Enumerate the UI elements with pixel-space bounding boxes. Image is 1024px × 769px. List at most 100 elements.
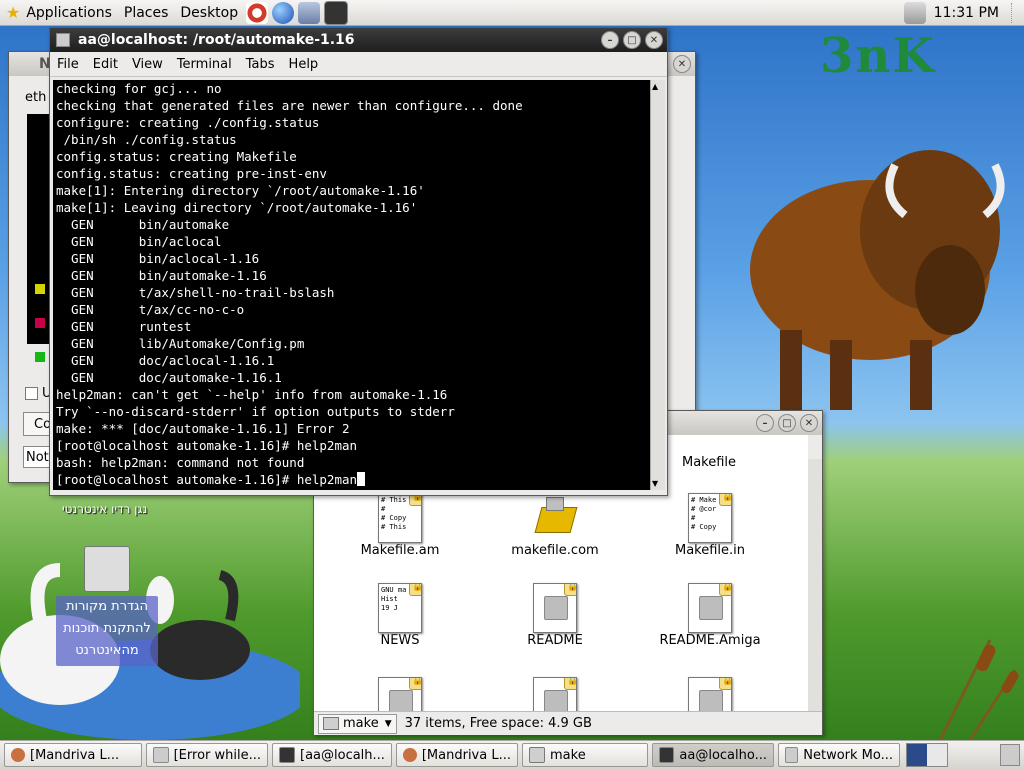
text-file-icon: # This## Copy# This 🔒	[378, 493, 422, 543]
file-item[interactable]: GNU ma Hist 19 J 🔒 NEWS	[330, 583, 470, 648]
terminal-line: GEN doc/automake-1.16.1	[56, 370, 282, 385]
scroll-down-icon[interactable]: ▼	[652, 479, 658, 488]
trash-icon[interactable]	[1000, 744, 1020, 766]
minimize-icon[interactable]: –	[601, 31, 619, 49]
text-file-icon: # Make# @cor## Copy 🔒	[688, 493, 732, 543]
terminal-icon	[56, 33, 70, 47]
scroll-up-icon[interactable]: ▲	[652, 82, 658, 91]
task-aa-localhost-1[interactable]: [aa@localh...	[272, 743, 392, 767]
menu-view[interactable]: View	[125, 57, 170, 72]
lock-icon: 🔒	[719, 584, 731, 596]
task-network-monitor[interactable]: Network Mo...	[778, 743, 900, 767]
location-label: make	[343, 716, 379, 731]
terminal-line: GEN bin/aclocal-1.16	[56, 251, 260, 266]
file-item[interactable]: # This## Copy# This 🔒 Makefile.am	[330, 493, 470, 558]
software-sources-icon[interactable]	[84, 546, 130, 592]
menu-applications[interactable]: Applications	[20, 5, 118, 21]
workspace-2[interactable]	[927, 744, 947, 766]
software-sources-launcher-label[interactable]: הגדרת מקורות להתקנת תוכנות מהאינטרנט	[56, 596, 158, 666]
task-label: [aa@localh...	[300, 747, 385, 763]
menu-places[interactable]: Places	[118, 5, 175, 21]
file-name: Makefile.in	[674, 543, 746, 558]
launcher-line-2: להתקנת תוכנות	[63, 621, 151, 636]
file-manager-scrollbar[interactable]	[808, 459, 822, 711]
maximize-icon[interactable]: □	[778, 414, 796, 432]
terminal-line: [root@localhost automake-1.16]# help2man	[56, 438, 358, 453]
terminal-titlebar[interactable]: aa@localhost: /root/automake-1.16 – □ ✕	[50, 28, 667, 52]
task-make[interactable]: make	[522, 743, 648, 767]
terminal-line: GEN bin/aclocal	[56, 234, 222, 249]
minimize-icon[interactable]: –	[756, 414, 774, 432]
task-label: [Error while...	[173, 747, 261, 763]
close-icon[interactable]: ✕	[645, 31, 663, 49]
menu-desktop[interactable]: Desktop	[174, 5, 244, 21]
web-browser-icon[interactable]	[272, 1, 295, 24]
network-status-icon[interactable]	[903, 1, 926, 24]
file-item[interactable]: 🔒	[640, 677, 780, 711]
terminal-window[interactable]: aa@localhost: /root/automake-1.16 – □ ✕ …	[49, 27, 668, 496]
file-name: Makefile.am	[360, 543, 440, 558]
file-item[interactable]: 🔒	[485, 677, 625, 711]
terminal-launcher-icon[interactable]	[324, 0, 349, 25]
generic-file-icon: 🔒	[688, 677, 732, 711]
lock-icon: 🔒	[719, 494, 731, 506]
task-mandriva-1[interactable]: [Mandriva L...	[4, 743, 142, 767]
top-panel: ★ Applications Places Desktop 11:31 PM	[0, 0, 1024, 26]
file-item[interactable]: makefile.com	[485, 493, 625, 558]
close-icon[interactable]: ✕	[673, 55, 691, 73]
terminal-line: config.status: creating pre-inst-env	[56, 166, 327, 181]
terminal-scrollbar[interactable]: ▲ ▼	[650, 80, 665, 490]
text-cursor	[357, 472, 366, 486]
task-label: [Mandriva L...	[30, 747, 120, 763]
workspace-1[interactable]	[907, 744, 927, 766]
launcher-line-1: הגדרת מקורות	[66, 599, 148, 614]
lock-icon: 🔒	[719, 678, 731, 690]
location-dropdown[interactable]: make ▼	[318, 713, 397, 734]
file-item[interactable]: 🔒 README	[485, 583, 625, 648]
network-checkbox[interactable]: U	[25, 386, 52, 401]
menu-file[interactable]: File	[50, 57, 86, 72]
menu-edit[interactable]: Edit	[86, 57, 125, 72]
launcher-line-3: מהאינטרנט	[75, 643, 139, 658]
reeds-wallpaper-image	[938, 639, 1019, 740]
lock-icon: 🔒	[564, 584, 576, 596]
file-name: makefile.com	[511, 543, 599, 558]
folder-icon	[529, 747, 545, 763]
close-icon[interactable]: ✕	[800, 414, 818, 432]
legend-red-icon	[35, 318, 45, 328]
workspace-switcher[interactable]	[906, 743, 948, 767]
terminal-line: GEN t/ax/shell-no-trail-bslash	[56, 285, 335, 300]
terminal-line: checking for gcj... no	[56, 81, 222, 96]
file-item[interactable]: # Make# @cor## Copy 🔒 Makefile.in	[640, 493, 780, 558]
terminal-lines: checking for gcj... no checking that gene…	[56, 80, 650, 471]
maximize-icon[interactable]: □	[623, 31, 641, 49]
browser-icon	[403, 748, 417, 762]
email-client-icon[interactable]	[298, 1, 321, 24]
checkbox-icon[interactable]	[25, 387, 38, 400]
file-item[interactable]: 🔒	[330, 677, 470, 711]
network-tab-label[interactable]: eth	[25, 90, 46, 105]
task-mandriva-2[interactable]: [Mandriva L...	[396, 743, 518, 767]
clock[interactable]: 11:31 PM	[928, 5, 1005, 21]
folder-icon	[323, 717, 339, 730]
dialog-icon	[153, 747, 169, 763]
menu-tabs[interactable]: Tabs	[239, 57, 282, 72]
radio-launcher-label[interactable]: נגן רדיו אינטרנטי	[62, 502, 147, 516]
menu-help[interactable]: Help	[282, 57, 326, 72]
terminal-prompt: [root@localhost automake-1.16]# help2man	[56, 472, 358, 487]
file-item[interactable]: 🔒 README.Amiga	[640, 583, 780, 648]
bottom-panel-taskbar: [Mandriva L... [Error while... [aa@local…	[0, 740, 1024, 769]
terminal-menubar: File Edit View Terminal Tabs Help	[50, 52, 667, 77]
help-lifebuoy-icon[interactable]	[246, 1, 269, 24]
star-menu-icon[interactable]: ★	[6, 3, 20, 22]
panel-handle[interactable]	[1011, 2, 1020, 23]
task-error[interactable]: [Error while...	[146, 743, 268, 767]
task-aa-localhost-2[interactable]: aa@localho...	[652, 743, 774, 767]
file-name: README	[527, 633, 583, 648]
terminal-output[interactable]: checking for gcj... no checking that gene…	[53, 80, 650, 490]
chevron-down-icon: ▼	[384, 718, 392, 729]
terminal-prompt-line[interactable]: [root@localhost automake-1.16]# help2man	[56, 471, 650, 488]
menu-terminal[interactable]: Terminal	[170, 57, 239, 72]
terminal-title: aa@localhost: /root/automake-1.16	[78, 32, 355, 48]
task-label: Network Mo...	[803, 747, 893, 763]
